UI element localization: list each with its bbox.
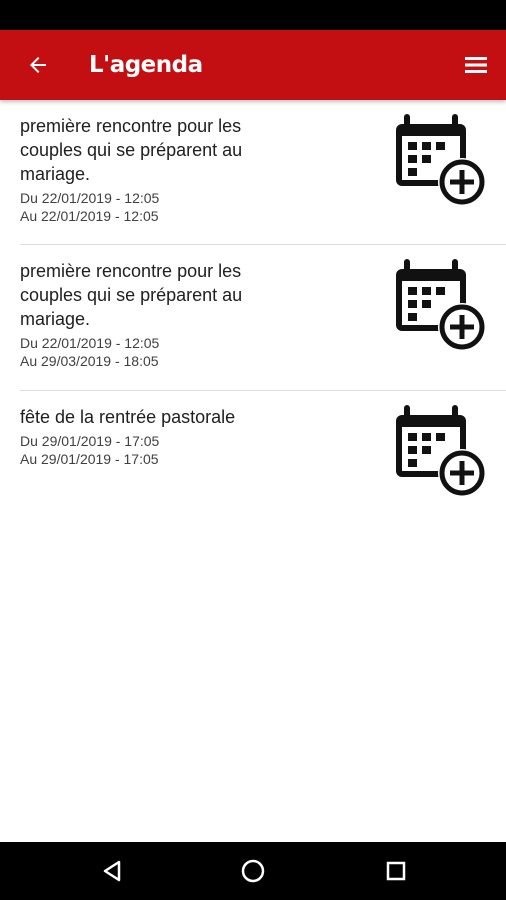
event-end-date: Au 22/01/2019 - 12:05 <box>20 208 159 224</box>
add-to-calendar-button[interactable] <box>392 257 488 353</box>
event-end-date: Au 29/03/2019 - 18:05 <box>20 353 159 369</box>
calendar-add-icon <box>396 405 486 497</box>
calendar-add-icon <box>396 114 486 206</box>
triangle-back-icon <box>103 860 121 882</box>
calendar-add-icon <box>396 259 486 351</box>
page-title: L'agenda <box>89 52 203 78</box>
list-item[interactable]: première rencontre pour les couples qui … <box>20 100 506 245</box>
event-title: fête de la rentrée pastorale <box>20 407 236 427</box>
list-item[interactable]: fête de la rentrée pastorale Du 29/01/20… <box>20 391 506 511</box>
hamburger-menu-icon <box>465 57 487 73</box>
event-title: première rencontre pour les couples qui … <box>20 116 243 184</box>
add-to-calendar-button[interactable] <box>392 403 488 499</box>
nav-home-button[interactable] <box>238 856 268 886</box>
back-button[interactable] <box>20 48 56 82</box>
arrow-left-icon <box>30 57 46 73</box>
event-list: première rencontre pour les couples qui … <box>0 100 506 511</box>
menu-button[interactable] <box>458 48 494 82</box>
nav-recents-button[interactable] <box>381 856 411 886</box>
list-item[interactable]: première rencontre pour les couples qui … <box>20 245 506 391</box>
circle-home-icon <box>241 859 265 883</box>
app-bar: L'agenda <box>0 30 506 100</box>
system-nav-bar <box>0 842 506 900</box>
square-recents-icon <box>386 861 406 881</box>
status-bar <box>0 0 506 30</box>
nav-back-button[interactable] <box>97 856 127 886</box>
event-title: première rencontre pour les couples qui … <box>20 261 243 329</box>
add-to-calendar-button[interactable] <box>392 112 488 208</box>
